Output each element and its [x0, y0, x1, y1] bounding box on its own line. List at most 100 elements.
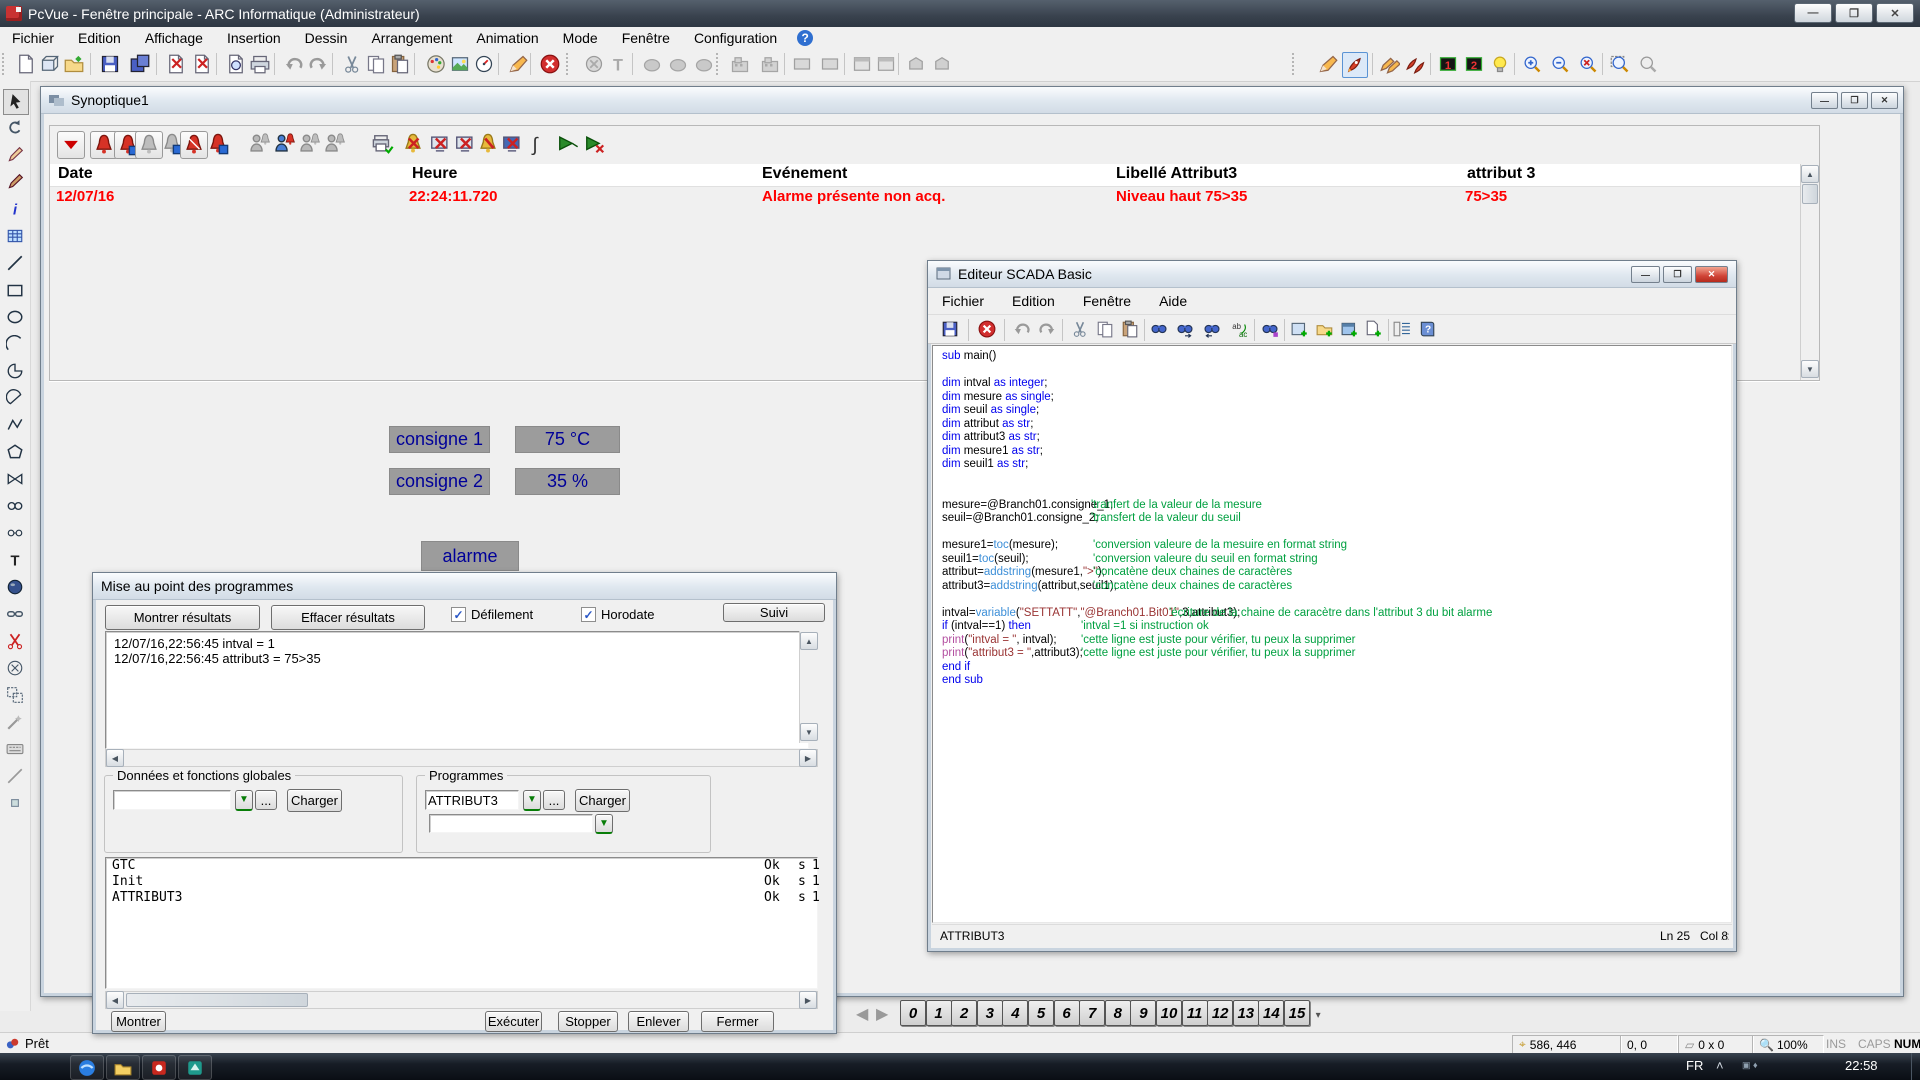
- suivi-button[interactable]: Suivi: [723, 603, 825, 622]
- output-hscrollbar[interactable]: ◀ ▶: [105, 749, 818, 767]
- fermer-button[interactable]: Fermer: [701, 1011, 774, 1032]
- taskbar-language[interactable]: FR: [1686, 1058, 1703, 1073]
- menu-animation[interactable]: Animation: [464, 28, 550, 48]
- select-tool-icon[interactable]: [3, 89, 29, 115]
- eplus4-icon[interactable]: [1363, 318, 1385, 340]
- scroll-right-icon[interactable]: ▶: [799, 991, 817, 1009]
- ellipse-tool-icon[interactable]: [3, 305, 27, 329]
- consigne1-value[interactable]: 75 °C: [515, 426, 620, 453]
- menu-arrangement[interactable]: Arrangement: [359, 28, 464, 48]
- epaste-icon[interactable]: [1119, 318, 1141, 340]
- pencil-icon[interactable]: [506, 52, 530, 76]
- scrx-icon[interactable]: [427, 131, 453, 157]
- plan-button-15[interactable]: 15: [1284, 1000, 1310, 1026]
- zgray-icon[interactable]: [1636, 52, 1660, 76]
- program-list-row[interactable]: ATTRIBUT3Oks1: [106, 890, 817, 906]
- redo-icon[interactable]: [306, 52, 330, 76]
- scroll-up-icon[interactable]: ▲: [800, 632, 818, 650]
- info-tool-icon[interactable]: i: [3, 197, 27, 221]
- bellR2-icon[interactable]: [180, 131, 208, 159]
- efindm-icon[interactable]: [1259, 318, 1281, 340]
- copy-icon[interactable]: [364, 52, 388, 76]
- group-tool-icon[interactable]: [3, 683, 27, 707]
- undo-icon[interactable]: [282, 52, 306, 76]
- plan-button-11[interactable]: 11: [1182, 1000, 1208, 1026]
- gbuild-icon[interactable]: [758, 52, 782, 76]
- bellRb2-icon[interactable]: [205, 131, 231, 157]
- executer-button[interactable]: Exécuter: [485, 1011, 542, 1032]
- plan-button-6[interactable]: 6: [1054, 1000, 1080, 1026]
- editor-menu-aide[interactable]: Aide: [1145, 293, 1201, 309]
- plan-button-9[interactable]: 9: [1130, 1000, 1156, 1026]
- column-header[interactable]: attribut 3: [1467, 165, 1535, 183]
- grect-icon[interactable]: [790, 52, 814, 76]
- globals-dropdown-icon[interactable]: ▼: [235, 790, 253, 811]
- plan-button-2[interactable]: 2: [951, 1000, 977, 1026]
- gshape-icon[interactable]: [904, 52, 928, 76]
- pen2-tool-icon[interactable]: [3, 170, 27, 194]
- plan-next-icon[interactable]: ▶: [876, 1004, 888, 1024]
- tray-icons[interactable]: ▣ ♦: [1742, 1060, 1758, 1071]
- app-icon[interactable]: [178, 1055, 212, 1080]
- text-tool-icon[interactable]: T: [3, 548, 27, 572]
- checkbox-horodate[interactable]: ✓Horodate: [581, 607, 654, 622]
- palette-icon[interactable]: [424, 52, 448, 76]
- debug-output[interactable]: 12/07/16,22:56:45 intval = 112/07/16,22:…: [105, 631, 809, 749]
- page-icon[interactable]: [14, 52, 38, 76]
- print-icon[interactable]: [248, 52, 272, 76]
- inf2-tool-icon[interactable]: [3, 521, 27, 545]
- child-minimize-button[interactable]: —: [1811, 92, 1838, 109]
- consigne2-value[interactable]: 35 %: [515, 468, 620, 495]
- montrer-button[interactable]: Montrer: [111, 1011, 166, 1032]
- plan-button-8[interactable]: 8: [1105, 1000, 1131, 1026]
- program-list-row[interactable]: InitOks1: [106, 874, 817, 890]
- checkbox-icon[interactable]: ✓: [581, 607, 596, 622]
- grid-tool-icon[interactable]: [3, 224, 27, 248]
- menu-configuration[interactable]: Configuration: [682, 28, 789, 48]
- bellx-icon[interactable]: [400, 131, 426, 157]
- flagg-icon[interactable]: [555, 131, 581, 157]
- menu-insertion[interactable]: Insertion: [215, 28, 293, 48]
- pbellG2-icon[interactable]: [297, 131, 323, 157]
- xpage-icon[interactable]: [190, 52, 214, 76]
- plan-overflow-icon[interactable]: ▾: [1316, 1010, 1321, 1021]
- integral-icon[interactable]: ∫: [522, 131, 548, 157]
- zx-icon[interactable]: [1576, 52, 1600, 76]
- cut-icon[interactable]: [340, 52, 364, 76]
- toolbar-grip[interactable]: [1292, 53, 1298, 75]
- inf-tool-icon[interactable]: [3, 494, 27, 518]
- media-icon[interactable]: [142, 1055, 176, 1080]
- line-tool-icon[interactable]: [3, 251, 27, 275]
- zout-icon[interactable]: [1548, 52, 1572, 76]
- editor-restore-button[interactable]: ❐: [1663, 266, 1692, 283]
- link-tool-icon[interactable]: [3, 602, 27, 626]
- scroll-up-icon[interactable]: ▲: [1801, 165, 1819, 183]
- diag-tool-icon[interactable]: [3, 764, 27, 788]
- column-header[interactable]: Date: [58, 165, 93, 183]
- plan-button-14[interactable]: 14: [1258, 1000, 1284, 1026]
- editor-menu-fenêtre[interactable]: Fenêtre: [1069, 293, 1145, 309]
- globals-charger-button[interactable]: Charger: [287, 789, 342, 812]
- plan-button-10[interactable]: 10: [1156, 1000, 1182, 1026]
- pbellR-icon[interactable]: [272, 131, 298, 157]
- circx-tool-icon[interactable]: [3, 656, 27, 680]
- status-zoom[interactable]: 🔍100%: [1752, 1035, 1824, 1054]
- column-header[interactable]: Heure: [412, 165, 457, 183]
- bellyx-icon[interactable]: [475, 131, 501, 157]
- gshape-icon[interactable]: [930, 52, 954, 76]
- program-list-row[interactable]: GTCOks1: [106, 858, 817, 874]
- taskbar-clock[interactable]: 22:58: [1845, 1058, 1878, 1073]
- pie-tool-icon[interactable]: [3, 359, 27, 383]
- scroll-thumb[interactable]: [126, 993, 308, 1007]
- kbd-tool-icon[interactable]: [3, 737, 27, 761]
- globals-input[interactable]: [113, 790, 231, 810]
- minimize-button[interactable]: —: [1794, 3, 1832, 23]
- effacer-resultats-button[interactable]: Effacer résultats: [271, 605, 425, 630]
- wand-tool-icon[interactable]: [3, 710, 27, 734]
- tray-chevron-icon[interactable]: ˄: [1716, 1058, 1724, 1073]
- child-restore-button[interactable]: ❐: [1841, 92, 1868, 109]
- pencilo-icon[interactable]: [1316, 52, 1340, 76]
- gbuild-icon[interactable]: [728, 52, 752, 76]
- gT-icon[interactable]: T: [606, 52, 630, 76]
- chord-tool-icon[interactable]: [3, 386, 27, 410]
